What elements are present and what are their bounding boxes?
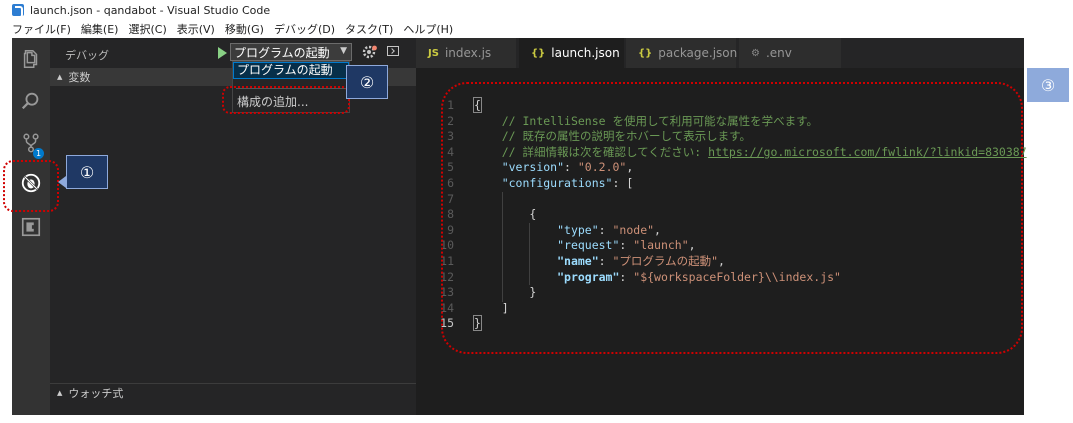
callout-3: ③ (1027, 68, 1069, 102)
callout-1: ① (66, 155, 108, 189)
tab-label: launch.json (551, 46, 620, 60)
annotation-highlight-debug (3, 160, 59, 212)
callout-2: ② (346, 65, 388, 99)
menu-go[interactable]: 移動(G) (225, 21, 264, 37)
menu-view[interactable]: 表示(V) (177, 21, 215, 37)
vscode-logo-icon (12, 4, 24, 18)
watch-label: ウォッチ式 (68, 387, 124, 400)
menu-bar: ファイル(F) 編集(E) 選択(C) 表示(V) 移動(G) デバッグ(D) … (12, 20, 1024, 38)
gear-file-icon: ⚙ (751, 47, 760, 59)
chevron-down-icon: ▼ (340, 46, 347, 56)
debug-console-icon[interactable] (387, 46, 399, 56)
variables-label: 変数 (68, 71, 91, 84)
tab-env[interactable]: ⚙ .env (739, 38, 841, 68)
tab-launch-json[interactable]: {} launch.json × (519, 38, 638, 68)
tab-label: index.js (444, 46, 492, 60)
collapse-triangle-icon: ▲ (57, 389, 63, 397)
explorer-icon[interactable] (12, 40, 50, 78)
source-control-icon[interactable]: 1 (12, 124, 50, 162)
tab-label: .env (765, 46, 792, 60)
callout-pointer (58, 176, 66, 188)
start-debugging-icon[interactable] (218, 47, 227, 59)
menu-debug[interactable]: デバッグ(D) (274, 21, 335, 37)
tab-package-json[interactable]: {} package.json (626, 38, 738, 68)
annotation-highlight-launch-json (441, 82, 1023, 354)
menu-file[interactable]: ファイル(F) (12, 21, 71, 37)
json-file-icon: {} (638, 47, 653, 59)
editor-tabs: JS index.js {} launch.json × {} package.… (416, 38, 1024, 68)
tab-index-js[interactable]: JS index.js (416, 38, 516, 68)
launch-config-value: プログラムの起動 (234, 45, 330, 60)
menu-selection[interactable]: 選択(C) (128, 21, 166, 37)
title-bar: launch.json - qandabot - Visual Studio C… (12, 0, 1024, 20)
changes-badge: 1 (33, 148, 44, 159)
dropdown-item-launch-program[interactable]: プログラムの起動 (233, 62, 349, 79)
json-file-icon: {} (531, 47, 546, 59)
extensions-icon[interactable] (12, 208, 50, 246)
gear-icon[interactable] (362, 44, 378, 60)
search-icon[interactable] (12, 82, 50, 120)
window-title: launch.json - qandabot - Visual Studio C… (30, 3, 271, 17)
menu-edit[interactable]: 編集(E) (81, 21, 119, 37)
javascript-file-icon: JS (428, 47, 439, 59)
menu-help[interactable]: ヘルプ(H) (403, 21, 453, 37)
tab-label: package.json (658, 46, 738, 60)
watch-section-header[interactable]: ▲ ウォッチ式 (50, 383, 416, 402)
menu-tasks[interactable]: タスク(T) (345, 21, 393, 37)
annotation-highlight-add-config (222, 86, 350, 114)
collapse-triangle-icon: ▲ (57, 73, 63, 81)
activity-bar: 1 (12, 38, 50, 415)
debug-title: デバッグ (65, 49, 109, 62)
launch-config-select[interactable]: プログラムの起動 ▼ (230, 43, 352, 61)
